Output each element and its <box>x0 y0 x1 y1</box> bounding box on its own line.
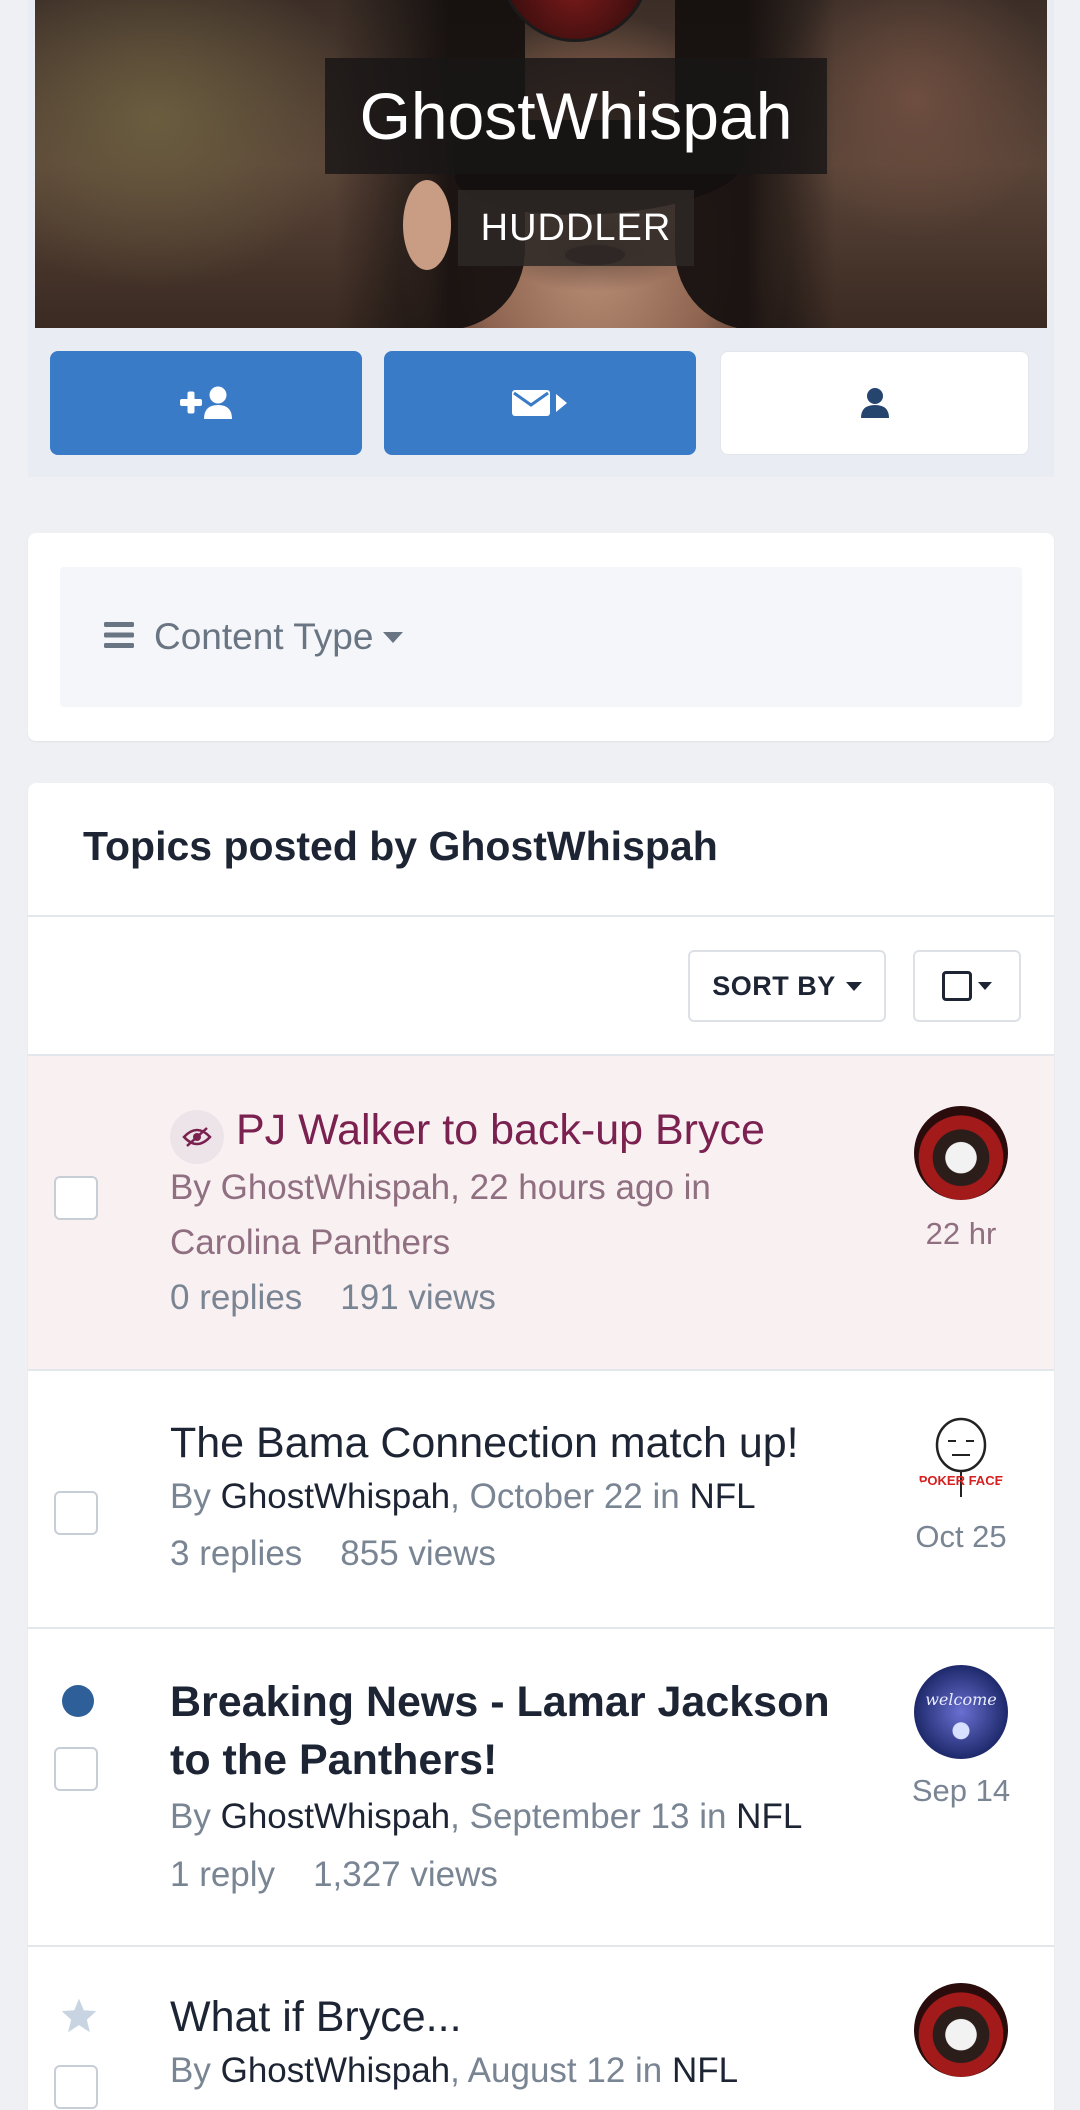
cover-photo: GhostWhispah HUDDLER <box>35 0 1047 328</box>
last-post-time[interactable]: 22 hr <box>901 1216 1021 1252</box>
topic-row[interactable]: Breaking News - Lamar Jackson to the Pan… <box>28 1629 1054 1945</box>
replies-count: 1 reply <box>170 1855 276 1894</box>
message-button[interactable] <box>384 351 696 455</box>
content-type-label: Content Type <box>154 616 374 657</box>
hidden-eye-icon <box>170 1110 224 1164</box>
topic-title-link[interactable]: PJ Walker to back-up Bryce <box>236 1106 765 1155</box>
topic-title-link[interactable]: What if Bryce... <box>170 1993 462 2042</box>
last-poster-avatar[interactable]: welcome <box>914 1665 1008 1759</box>
svg-text:POKER FACE: POKER FACE <box>919 1473 1004 1488</box>
topic-row[interactable]: What if Bryce... By GhostWhispah, August… <box>28 1947 1054 2110</box>
checkbox-icon <box>942 971 972 1001</box>
star-icon[interactable] <box>60 1997 98 2033</box>
user-plus-icon <box>178 385 234 421</box>
menu-icon <box>104 621 134 653</box>
row-checkbox[interactable] <box>54 1491 98 1535</box>
author-link[interactable]: GhostWhispah <box>221 1797 451 1836</box>
topic-meta: By GhostWhispah, 22 hours ago in <box>170 1168 711 1207</box>
last-post-time[interactable]: Sep 14 <box>901 1773 1021 1809</box>
sort-by-label: SORT BY <box>712 970 836 1001</box>
chevron-down-icon <box>845 981 862 991</box>
topics-card: Topics posted by GhostWhispah SORT BY PJ… <box>28 783 1054 2110</box>
topic-row[interactable]: The Bama Connection match up! By GhostWh… <box>28 1371 1054 1627</box>
topic-stats: 3 replies 855 views <box>170 1534 496 1574</box>
topic-title-link[interactable]: Breaking News - Lamar Jackson to the Pan… <box>170 1673 870 1789</box>
row-checkbox[interactable] <box>54 2065 98 2109</box>
profile-info-button[interactable] <box>720 351 1029 455</box>
multi-select-button[interactable] <box>913 950 1021 1022</box>
author-link[interactable]: GhostWhispah <box>221 1168 451 1207</box>
forum-link[interactable]: Carolina Panthers <box>170 1223 450 1263</box>
author-link[interactable]: GhostWhispah <box>221 2051 451 2090</box>
topic-row[interactable]: PJ Walker to back-up Bryce By GhostWhisp… <box>28 1056 1054 1369</box>
unread-indicator[interactable] <box>62 1685 94 1717</box>
last-poster-avatar[interactable]: POKER FACE <box>914 1411 1008 1505</box>
topic-meta: By GhostWhispah, August 12 in NFL <box>170 2051 739 2090</box>
content-type-card: Content Type <box>28 533 1054 741</box>
content-type-filter[interactable]: Content Type <box>60 567 1022 707</box>
last-poster-avatar[interactable] <box>914 1983 1008 2077</box>
topic-title-link[interactable]: The Bama Connection match up! <box>170 1419 799 1468</box>
svg-text:welcome: welcome <box>925 1690 997 1709</box>
chevron-down-icon <box>978 982 992 990</box>
author-link[interactable]: GhostWhispah <box>221 1477 451 1516</box>
topic-meta: By GhostWhispah, September 13 in NFL <box>170 1797 803 1836</box>
forum-link[interactable]: NFL <box>672 2051 738 2090</box>
member-title-badge: HUDDLER <box>458 190 694 266</box>
topic-stats: 1 reply 1,327 views <box>170 1855 498 1895</box>
sort-by-button[interactable]: SORT BY <box>688 950 886 1022</box>
replies-count: 3 replies <box>170 1534 303 1573</box>
replies-count: 0 replies <box>170 1278 303 1317</box>
views-count: 855 views <box>340 1534 496 1573</box>
forum-link[interactable]: NFL <box>736 1797 802 1836</box>
chevron-down-icon <box>383 631 404 643</box>
row-checkbox[interactable] <box>54 1176 98 1220</box>
envelope-arrow-icon <box>510 386 570 420</box>
row-checkbox[interactable] <box>54 1747 98 1791</box>
views-count: 191 views <box>340 1278 496 1317</box>
views-count: 1,327 views <box>313 1855 498 1894</box>
topic-stats: 0 replies 191 views <box>170 1278 496 1318</box>
user-icon <box>860 387 890 419</box>
topic-meta: By GhostWhispah, October 22 in NFL <box>170 1477 756 1516</box>
divider <box>28 915 1054 917</box>
profile-header: GhostWhispah HUDDLER <box>28 0 1054 477</box>
last-post-time[interactable]: Oct 25 <box>901 1519 1021 1555</box>
last-poster-avatar[interactable] <box>914 1106 1008 1200</box>
forum-link[interactable]: NFL <box>689 1477 755 1516</box>
profile-name: GhostWhispah <box>325 58 827 174</box>
follow-button[interactable] <box>50 351 362 455</box>
topics-heading: Topics posted by GhostWhispah <box>83 823 718 869</box>
